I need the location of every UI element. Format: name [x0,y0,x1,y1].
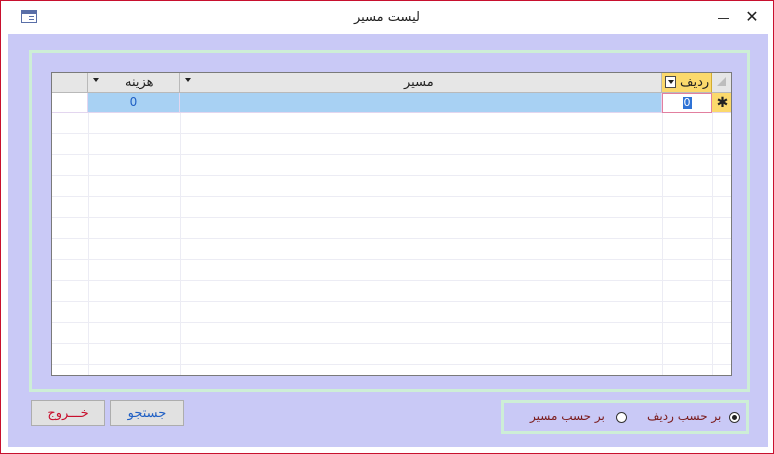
sort-option-group: بر حسب مسیر بر حسب ردیف [501,400,749,434]
grid-divider [712,113,713,375]
column-header-cost[interactable]: هزینه [88,73,180,93]
column-header-label: هزینه [125,75,154,90]
grid-divider [180,113,181,375]
window-title: لیست مسیر [353,10,421,25]
sort-by-route-radio[interactable] [616,412,627,423]
sort-by-route-label[interactable]: بر حسب مسیر [530,409,605,423]
filter-dropdown-icon[interactable] [665,76,676,88]
dropdown-arrow-icon[interactable] [185,78,191,82]
column-header-route[interactable]: مسیر [180,73,662,93]
form-window: لیست مسیر ✕ هزینه مسیر ردیف 0 0 ✱ خـــرو… [0,0,774,454]
sort-by-row-label[interactable]: بر حسب ردیف [647,409,721,423]
minimize-icon[interactable] [713,9,733,27]
grid-frame: هزینه مسیر ردیف 0 0 ✱ [29,50,750,392]
sort-by-row-radio[interactable] [729,412,740,423]
dropdown-arrow-icon[interactable] [93,78,99,82]
empty-grid-area [52,113,731,375]
form-body: هزینه مسیر ردیف 0 0 ✱ خـــروج جستجو بر ح… [8,34,768,447]
close-icon[interactable]: ✕ [741,7,763,29]
column-header-label: ردیف [680,75,710,90]
cell-route[interactable] [180,93,662,113]
column-header-label: مسیر [404,75,434,90]
title-bar: لیست مسیر ✕ [1,1,773,33]
table-row[interactable]: 0 0 ✱ [52,93,731,113]
exit-button[interactable]: خـــروج [31,400,105,426]
corner-triangle-icon [717,77,726,86]
route-datasheet[interactable]: هزینه مسیر ردیف 0 0 ✱ [51,72,732,376]
cell-cost[interactable]: 0 [88,93,180,113]
cell-row[interactable]: 0 [662,93,712,113]
grid-divider [662,113,663,375]
grid-divider [88,113,89,375]
column-header-row[interactable]: ردیف [662,73,712,93]
row-value-selected[interactable]: 0 [682,97,692,109]
search-button[interactable]: جستجو [110,400,184,426]
select-all-corner[interactable] [712,73,731,93]
cell-blank [52,93,88,113]
new-record-selector[interactable]: ✱ [712,93,731,113]
header-blank [52,73,88,93]
